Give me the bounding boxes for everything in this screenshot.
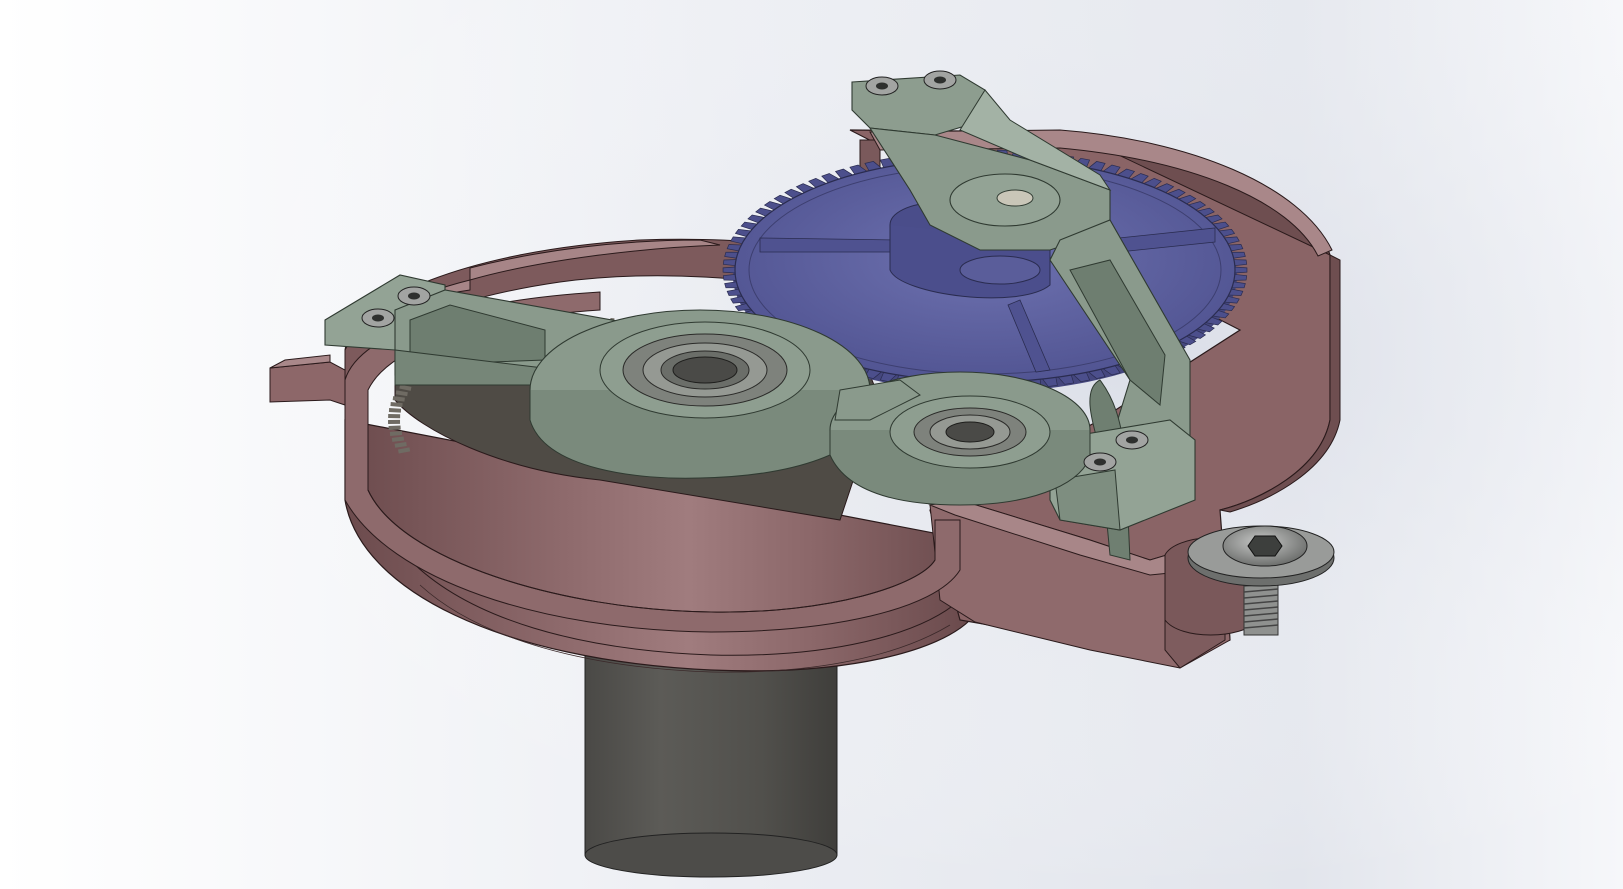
screw-hex-socket — [372, 314, 384, 322]
small-gear-tooth — [399, 384, 412, 391]
small-gear-tooth — [388, 408, 402, 413]
small-gear-tooth — [398, 447, 411, 454]
screw-hex-socket — [1126, 436, 1138, 444]
bracket-screw[interactable] — [361, 308, 395, 328]
screw-hex-socket — [934, 76, 946, 84]
bracket-screw[interactable] — [397, 286, 431, 306]
bracket-screw[interactable] — [1083, 452, 1117, 472]
bearing-large[interactable] — [599, 321, 811, 419]
motor-shaft[interactable] — [584, 649, 838, 878]
screw-hex-socket — [1094, 458, 1106, 466]
small-gear-tooth — [394, 442, 407, 448]
screw-hex-socket — [408, 292, 420, 300]
small-gear-tooth — [389, 431, 403, 436]
bracket-screw[interactable] — [923, 70, 957, 90]
screw-hex-socket — [876, 82, 888, 90]
small-gear-tooth — [391, 436, 405, 442]
small-gear-tooth — [390, 402, 403, 408]
bracket-screw[interactable] — [865, 76, 899, 96]
bracket-screw[interactable] — [1115, 430, 1149, 450]
small-gear-tooth — [395, 390, 408, 397]
bearing-small[interactable] — [889, 395, 1051, 469]
small-gear-tooth — [388, 425, 401, 431]
cad-viewport[interactable] — [0, 0, 1623, 889]
small-gear-tooth — [392, 396, 405, 402]
